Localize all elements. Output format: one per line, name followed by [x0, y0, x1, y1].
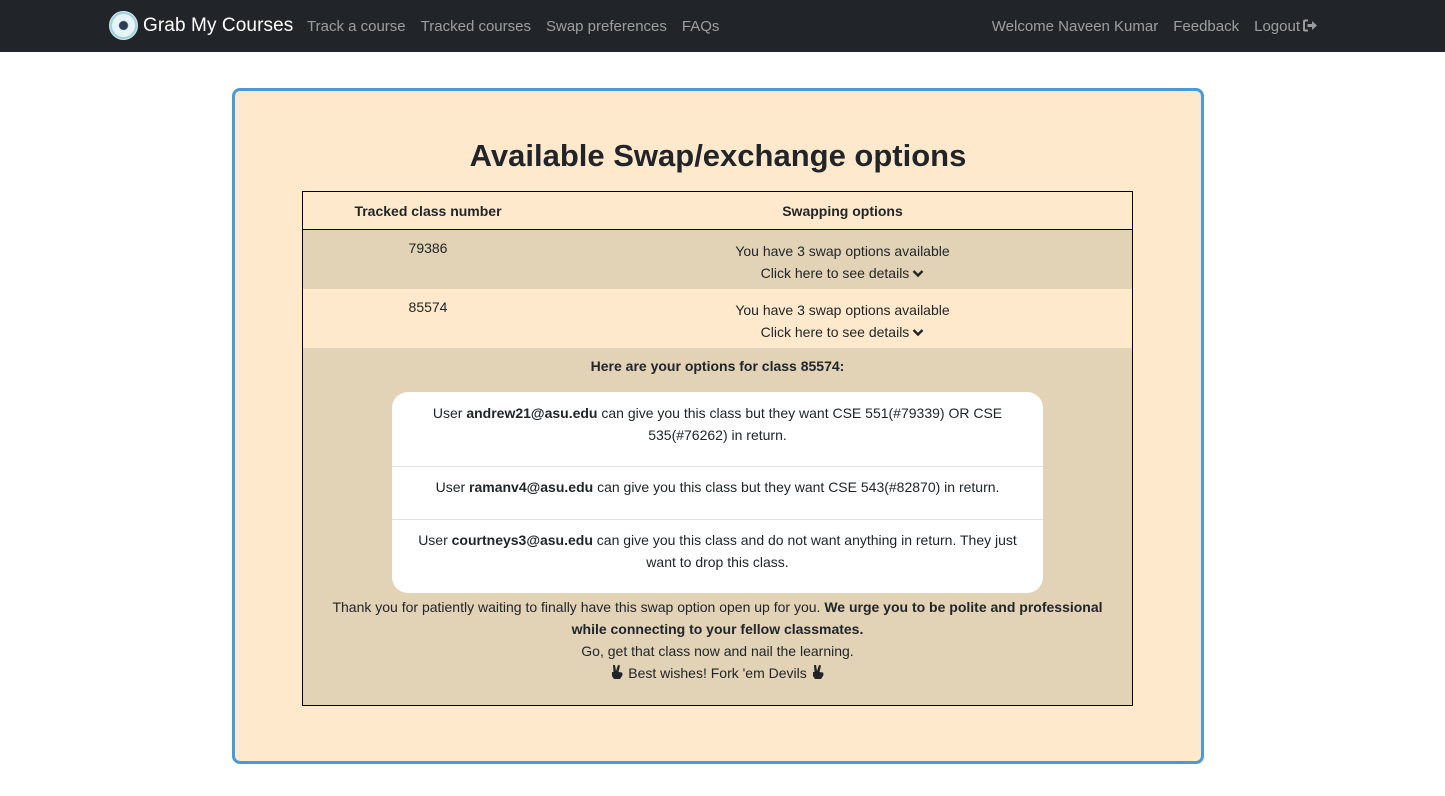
wishes-text: Best wishes! Fork 'em Devils [628, 665, 807, 681]
hand-victory-icon [612, 665, 623, 679]
swap-options-cell: You have 3 swap options available Click … [553, 299, 1132, 343]
nav-faqs[interactable]: FAQs [682, 18, 720, 35]
option-user-email: andrew21@asu.edu [466, 405, 598, 421]
see-details-label: Click here to see details [760, 324, 910, 340]
logout-link[interactable]: Logout [1254, 18, 1318, 35]
nav-feedback[interactable]: Feedback [1173, 18, 1239, 35]
chevron-down-icon [912, 270, 924, 278]
wishes-line: Best wishes! Fork 'em Devils [323, 662, 1112, 684]
nav-links: Track a course Tracked courses Swap pref… [307, 0, 734, 52]
divider [392, 519, 1043, 520]
navbar: Grab My Courses Track a course Tracked c… [0, 0, 1445, 52]
option-prefix: User [418, 532, 448, 548]
option-text: can give you this class and do not want … [596, 532, 1017, 570]
thanks-paragraph: Thank you for patiently waiting to final… [323, 596, 1112, 640]
divider [392, 466, 1043, 467]
option-user-email: ramanv4@asu.edu [469, 479, 594, 495]
header-tracked-class-number: Tracked class number [354, 203, 502, 219]
nav-swap-preferences[interactable]: Swap preferences [546, 18, 667, 35]
page-title: Available Swap/exchange options [469, 138, 967, 173]
swap-details-panel: Here are your options for class 85574: U… [303, 348, 1132, 705]
brand[interactable]: Grab My Courses [109, 10, 293, 41]
thanks-message: Thank you for patiently waiting to final… [323, 596, 1112, 684]
swap-options-list: User andrew21@asu.edu can give you this … [392, 392, 1043, 593]
hand-victory-icon [812, 665, 824, 679]
go-text: Go, get that class now and nail the lear… [581, 643, 854, 659]
list-item: User andrew21@asu.edu can give you this … [392, 402, 1043, 446]
table-row: 85574 You have 3 swap options available … [303, 289, 1132, 348]
brand-name: Grab My Courses [143, 14, 294, 36]
welcome-user[interactable]: Welcome Naveen Kumar [992, 18, 1158, 35]
list-item: User courtneys3@asu.edu can give you thi… [392, 529, 1043, 573]
swap-options-cell: You have 3 swap options available Click … [553, 240, 1132, 284]
logout-label: Logout [1254, 17, 1300, 35]
see-details-link[interactable]: Click here to see details [553, 262, 1132, 284]
option-text: can give you this class but they want CS… [597, 479, 1000, 495]
option-prefix: User [432, 405, 463, 421]
table-header: Tracked class number Swapping options [303, 192, 1132, 230]
option-text: can give you this class but they want CS… [601, 405, 1003, 443]
nav-user-area: Welcome Naveen Kumar Feedback Logout [977, 0, 1318, 52]
option-user-email: courtneys3@asu.edu [451, 532, 593, 548]
sign-out-icon [1303, 19, 1317, 31]
nav-track-course[interactable]: Track a course [307, 18, 406, 35]
see-details-label: Click here to see details [760, 265, 910, 281]
chevron-down-icon [912, 329, 924, 337]
swap-count-text: You have 3 swap options available [735, 243, 950, 259]
list-item: User ramanv4@asu.edu can give you this c… [392, 476, 1043, 498]
thanks-text: Thank you for patiently waiting to final… [332, 599, 821, 615]
nav-tracked-courses[interactable]: Tracked courses [421, 18, 531, 35]
option-prefix: User [435, 479, 466, 495]
swap-options-card: Available Swap/exchange options Tracked … [232, 88, 1204, 764]
details-title: Here are your options for class 85574: [590, 358, 845, 374]
class-number: 85574 [408, 299, 448, 315]
swap-table: Tracked class number Swapping options 79… [302, 191, 1133, 706]
brand-logo-icon [109, 11, 138, 40]
header-swapping-options: Swapping options [782, 203, 903, 219]
table-row: 79386 You have 3 swap options available … [303, 230, 1132, 289]
class-number: 79386 [408, 240, 448, 256]
swap-count-text: You have 3 swap options available [735, 302, 950, 318]
see-details-link[interactable]: Click here to see details [553, 321, 1132, 343]
